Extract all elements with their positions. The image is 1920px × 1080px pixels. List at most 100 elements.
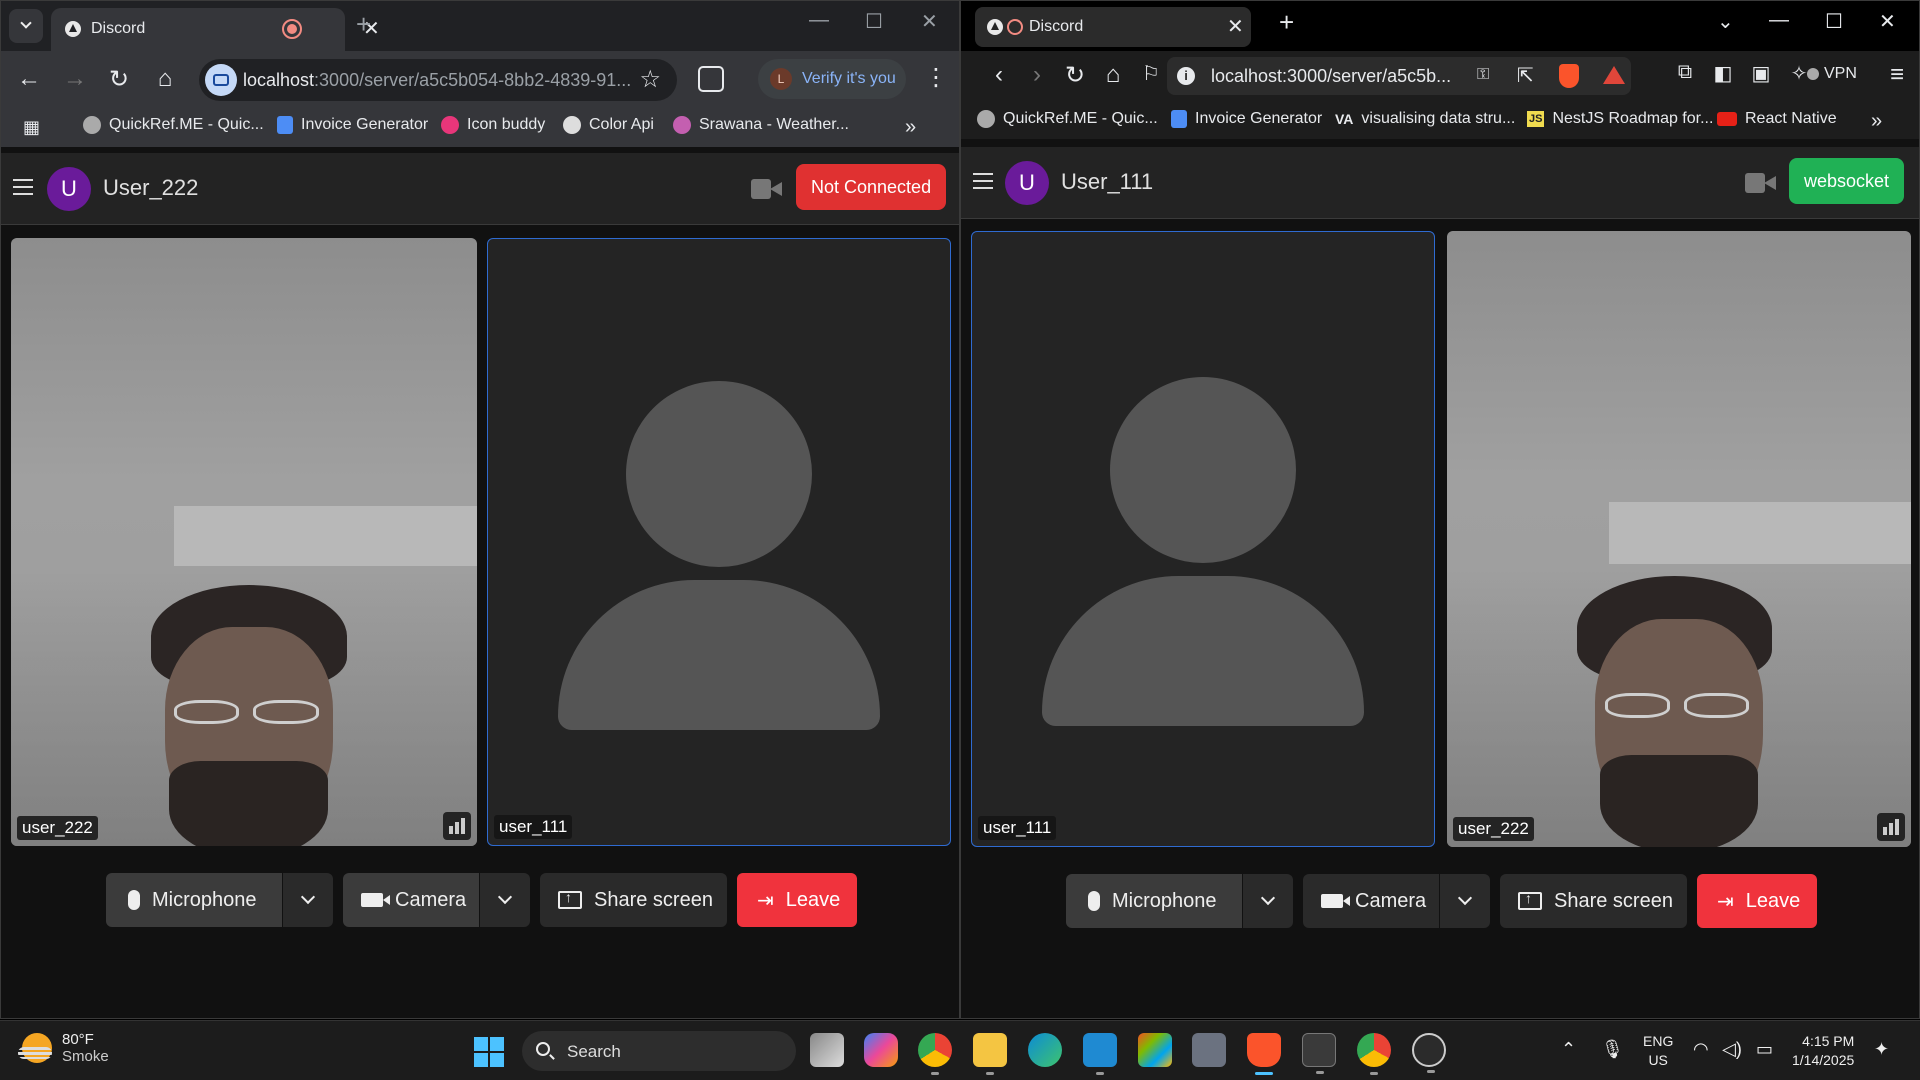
- camera-button[interactable]: Camera: [343, 873, 479, 927]
- tab-discord[interactable]: Discord ✕: [975, 7, 1251, 47]
- home-button[interactable]: ⌂: [151, 65, 179, 93]
- bookmark-invoice[interactable]: Invoice Generator: [1171, 110, 1322, 128]
- taskbar-search[interactable]: Search: [522, 1031, 796, 1071]
- extensions-icon[interactable]: ⧉: [1671, 61, 1699, 84]
- wallet-icon[interactable]: ▣: [1747, 61, 1775, 86]
- bookmark-srawana[interactable]: Srawana - Weather...: [673, 116, 849, 134]
- camera-options-button[interactable]: [480, 873, 530, 927]
- vscode-icon[interactable]: [1083, 1033, 1117, 1075]
- new-tab-button[interactable]: +: [356, 9, 371, 40]
- tab-search-button[interactable]: [9, 9, 43, 43]
- kebab-menu-icon[interactable]: ⋮: [924, 63, 948, 92]
- tab-discord[interactable]: Discord ✕: [51, 8, 380, 51]
- maximize-button[interactable]: ☐: [1825, 9, 1843, 34]
- microphone-button[interactable]: Microphone: [106, 873, 282, 927]
- forward-button[interactable]: →: [61, 65, 89, 93]
- reload-button[interactable]: ↻: [1061, 61, 1089, 90]
- minimize-button[interactable]: —: [809, 9, 829, 32]
- discord-favicon-icon: [987, 19, 1003, 35]
- bookmark-icon[interactable]: ⚐: [1137, 61, 1165, 86]
- leave-icon: ⇥: [757, 889, 774, 912]
- bookmark-colorapi[interactable]: Color Api: [563, 116, 654, 134]
- bookmark-invoice[interactable]: Invoice Generator: [277, 116, 428, 134]
- address-bar[interactable]: localhost:3000/server/a5c5b054-8bb2-4839…: [199, 59, 677, 101]
- info-icon[interactable]: i: [1177, 67, 1195, 85]
- hamburger-menu-icon[interactable]: [973, 173, 993, 189]
- edge-icon[interactable]: [1028, 1033, 1062, 1067]
- language-indicator[interactable]: ENG US: [1643, 1032, 1673, 1070]
- key-icon[interactable]: ⚿: [1477, 66, 1489, 84]
- obs-icon[interactable]: [1412, 1033, 1446, 1073]
- battery-icon[interactable]: ▭: [1756, 1039, 1773, 1060]
- bookmark-quickref[interactable]: QuickRef.ME - Quic...: [977, 110, 1158, 128]
- share-icon[interactable]: ⇱: [1517, 63, 1534, 88]
- camera-icon: [361, 893, 390, 907]
- brave-window: Discord ✕ + ⌄ — ☐ ✕ ‹ › ↻ ⌂ ⚐ ⧉ ◧ ▣ ✧ ≡ …: [960, 0, 1920, 1019]
- bookmark-quickref[interactable]: QuickRef.ME - Quic...: [83, 116, 264, 134]
- verify-profile-button[interactable]: L Verify it's you: [758, 59, 906, 99]
- close-window-button[interactable]: ✕: [1879, 9, 1896, 34]
- extensions-icon[interactable]: [698, 66, 724, 92]
- leave-button[interactable]: ⇥ Leave: [737, 873, 857, 927]
- bookmark-nestjs[interactable]: JS NestJS Roadmap for...: [1527, 110, 1713, 128]
- reload-button[interactable]: ↻: [105, 65, 133, 94]
- site-info-icon[interactable]: [205, 64, 237, 96]
- calculator-icon[interactable]: [1192, 1033, 1226, 1067]
- brave-rewards-icon[interactable]: [1603, 66, 1625, 84]
- apps-grid-icon[interactable]: ▦: [23, 117, 40, 138]
- bookmark-star-icon[interactable]: ☆: [639, 65, 661, 94]
- forward-button[interactable]: ›: [1023, 61, 1051, 89]
- recording-icon: [282, 19, 302, 39]
- share-screen-button[interactable]: Share screen: [540, 873, 727, 927]
- home-button[interactable]: ⌂: [1099, 61, 1127, 89]
- new-tab-button[interactable]: +: [1279, 7, 1294, 38]
- chrome-icon[interactable]: [1357, 1033, 1391, 1075]
- leave-button[interactable]: ⇥ Leave: [1697, 874, 1817, 928]
- sidebar-icon[interactable]: ◧: [1709, 61, 1737, 86]
- terminal-icon[interactable]: [1302, 1033, 1336, 1074]
- more-bookmarks-icon[interactable]: »: [905, 116, 916, 139]
- back-button[interactable]: ‹: [985, 61, 1013, 89]
- connection-status-button[interactable]: Not Connected: [796, 164, 947, 210]
- maximize-button[interactable]: ☐: [865, 9, 883, 34]
- hamburger-menu-icon[interactable]: [13, 179, 33, 195]
- microphone-options-button[interactable]: [283, 873, 333, 927]
- task-view-icon[interactable]: [810, 1033, 844, 1067]
- camera-options-button[interactable]: [1440, 874, 1490, 928]
- brave-icon[interactable]: [1247, 1033, 1281, 1075]
- bookmark-visualising[interactable]: VA visualising data stru...: [1335, 110, 1515, 128]
- wifi-icon[interactable]: ◠: [1693, 1039, 1709, 1060]
- microphone-options-button[interactable]: [1243, 874, 1293, 928]
- start-button[interactable]: [474, 1037, 504, 1067]
- close-window-button[interactable]: ✕: [921, 9, 938, 34]
- chrome-icon[interactable]: [918, 1033, 952, 1075]
- bookmark-react-native[interactable]: React Native: [1717, 110, 1837, 128]
- weather-widget[interactable]: 80°F Smoke: [18, 1031, 109, 1065]
- show-hidden-icons[interactable]: ⌃: [1561, 1039, 1576, 1060]
- date: 1/14/2025: [1792, 1052, 1855, 1068]
- microphone-icon[interactable]: 🎙: [1601, 1039, 1624, 1060]
- back-button[interactable]: ←: [15, 65, 43, 93]
- tab-list-icon[interactable]: ⌄: [1717, 9, 1734, 34]
- camera-icon[interactable]: [751, 179, 783, 199]
- more-bookmarks-icon[interactable]: »: [1871, 110, 1882, 133]
- clock[interactable]: 4:15 PM 1/14/2025: [1792, 1032, 1854, 1070]
- microphone-button[interactable]: Microphone: [1066, 874, 1242, 928]
- close-tab-icon[interactable]: ✕: [1227, 14, 1244, 39]
- notifications-icon[interactable]: ✦: [1874, 1039, 1889, 1060]
- bookmark-iconbuddy[interactable]: Icon buddy: [441, 116, 545, 134]
- brave-shields-icon[interactable]: [1559, 64, 1579, 88]
- camera-button[interactable]: Camera: [1303, 874, 1439, 928]
- vpn-button[interactable]: VPN: [1807, 65, 1857, 83]
- region-code: US: [1648, 1052, 1668, 1068]
- volume-icon[interactable]: ◁): [1722, 1039, 1742, 1060]
- share-screen-button[interactable]: Share screen: [1500, 874, 1687, 928]
- file-explorer-icon[interactable]: [973, 1033, 1007, 1075]
- menu-icon[interactable]: ≡: [1883, 61, 1911, 89]
- connection-status-button[interactable]: websocket: [1789, 158, 1905, 204]
- minimize-button[interactable]: —: [1769, 9, 1789, 32]
- store-icon[interactable]: [1138, 1033, 1172, 1067]
- camera-icon[interactable]: [1745, 173, 1777, 193]
- address-bar[interactable]: i localhost:3000/server/a5c5b... ⚿ ⇱: [1167, 57, 1631, 95]
- copilot-icon[interactable]: [864, 1033, 898, 1067]
